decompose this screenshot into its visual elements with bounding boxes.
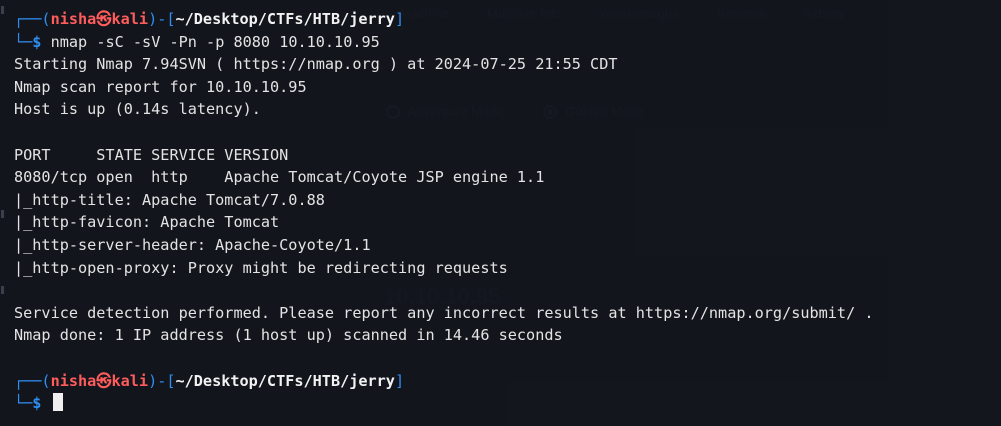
output-start: Starting Nmap 7.94SVN ( https://nmap.org…: [14, 55, 618, 74]
output-done: Nmap done: 1 IP address (1 host up) scan…: [14, 326, 563, 345]
output-script-server-header: |_http-server-header: Apache-Coyote/1.1: [14, 235, 371, 254]
output-table-header: PORT STATE SERVICE VERSION: [14, 145, 289, 164]
command-text: nmap -sC -sV -Pn -p 8080 10.10.10.95: [50, 32, 380, 51]
text-cursor: [52, 393, 63, 412]
prompt-line-top-2: ┌──(nisha㉿kali)-[~/Desktop/CTFs/HTB/jerr…: [14, 371, 405, 390]
output-report: Nmap scan report for 10.10.10.95: [14, 77, 307, 96]
output-script-title: |_http-title: Apache Tomcat/7.0.88: [14, 190, 325, 209]
output-port-row: 8080/tcp open http Apache Tomcat/Coyote …: [14, 168, 545, 187]
scroll-indicator: [1, 0, 4, 426]
output-script-favicon: |_http-favicon: Apache Tomcat: [14, 213, 280, 232]
output-script-open-proxy: |_http-open-proxy: Proxy might be redire…: [14, 258, 508, 277]
prompt-line-top: ┌──(nisha㉿kali)-[~/Desktop/CTFs/HTB/jerr…: [14, 10, 405, 28]
command-line: └─$ nmap -sC -sV -Pn -p 8080 10.10.10.95: [14, 32, 380, 51]
terminal-window[interactable]: ┌──(nisha㉿kali)-[~/Desktop/CTFs/HTB/jerr…: [0, 0, 1001, 426]
output-host-up: Host is up (0.14s latency).: [14, 100, 261, 119]
command-line-2[interactable]: └─$: [14, 392, 1001, 415]
output-service-detection: Service detection performed. Please repo…: [14, 303, 874, 322]
